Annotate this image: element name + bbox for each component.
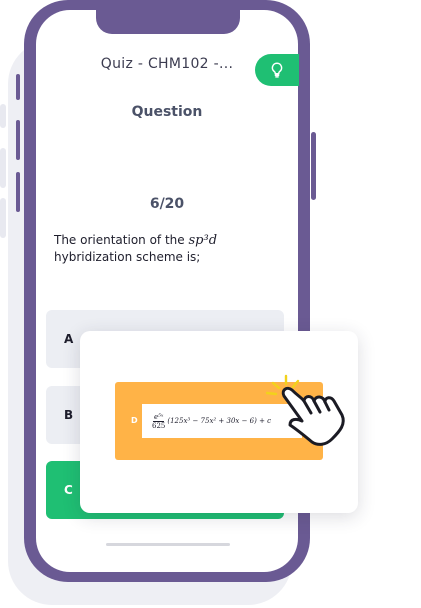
formula-fraction: e⁵ˣ 625 bbox=[152, 413, 165, 430]
hand-pointer-icon bbox=[265, 374, 345, 446]
phone-volume-up bbox=[16, 120, 20, 160]
home-indicator bbox=[106, 543, 230, 546]
option-letter: C bbox=[64, 483, 73, 497]
fraction-numerator: e⁵ˣ bbox=[152, 412, 165, 422]
question-text: The orientation of the sp³d hybridizatio… bbox=[54, 232, 280, 265]
question-suffix: hybridization scheme is; bbox=[54, 250, 201, 264]
option-d-letter: D bbox=[131, 416, 138, 425]
backdrop-side-button bbox=[0, 198, 6, 238]
formula-expression: (125x³ − 75x² + 30x − 6) + c bbox=[167, 417, 272, 425]
backdrop-side-button bbox=[0, 104, 6, 128]
phone-volume-down bbox=[16, 172, 20, 212]
phone-mute-switch bbox=[16, 74, 20, 100]
fraction-denominator: 625 bbox=[152, 421, 166, 430]
question-counter: 6/20 bbox=[149, 196, 185, 212]
question-prefix: The orientation of the bbox=[54, 233, 185, 247]
answer-formula: e⁵ˣ 625 (125x³ − 75x² + 30x − 6) + c bbox=[152, 406, 271, 436]
option-letter: A bbox=[64, 332, 74, 346]
question-math: sp³d bbox=[188, 233, 218, 248]
hint-button[interactable] bbox=[255, 54, 299, 86]
option-letter: B bbox=[64, 408, 74, 422]
lightbulb-icon bbox=[271, 62, 283, 78]
section-heading: Question bbox=[131, 104, 203, 120]
phone-notch bbox=[96, 10, 240, 34]
phone-power-button bbox=[311, 132, 316, 200]
backdrop-side-button bbox=[0, 148, 6, 188]
